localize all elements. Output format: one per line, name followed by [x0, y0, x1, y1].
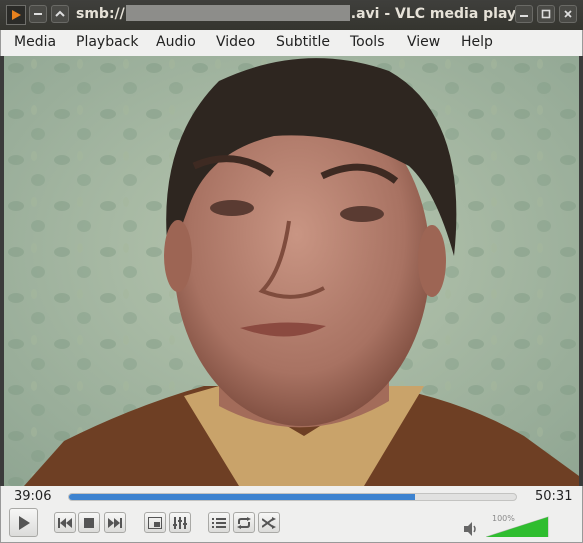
elapsed-time[interactable]: 39:06 — [14, 489, 51, 504]
menu-view[interactable]: View — [407, 34, 440, 50]
next-button[interactable] — [104, 512, 126, 533]
minimize-button[interactable] — [515, 5, 533, 23]
menu-help[interactable]: Help — [461, 34, 493, 50]
chevron-up-icon — [55, 10, 65, 17]
maximize-icon — [541, 9, 551, 19]
speaker-icon[interactable] — [463, 521, 479, 537]
seek-slider[interactable] — [68, 493, 517, 501]
title-suffix: .avi - VLC media player — [350, 6, 533, 22]
volume-slider[interactable] — [486, 515, 562, 537]
stop-button[interactable] — [78, 512, 100, 533]
fullscreen-button[interactable] — [144, 512, 166, 533]
previous-button[interactable] — [54, 512, 76, 533]
playlist-button[interactable] — [208, 512, 230, 533]
seek-progress — [69, 494, 415, 500]
fullscreen-icon — [148, 516, 162, 529]
close-button[interactable] — [559, 5, 577, 23]
menu-playback[interactable]: Playback — [76, 34, 138, 50]
maximize-button[interactable] — [537, 5, 555, 23]
menu-audio[interactable]: Audio — [156, 34, 196, 50]
loop-button[interactable] — [233, 512, 255, 533]
menu-media[interactable]: Media — [14, 34, 56, 50]
minus-icon — [34, 13, 42, 15]
shuffle-icon — [262, 516, 276, 529]
stop-icon — [84, 517, 94, 528]
play-button[interactable] — [9, 508, 38, 537]
close-icon — [564, 10, 572, 18]
vlc-icon — [12, 10, 21, 20]
title-bar: smb:// .avi - VLC media player — [0, 0, 583, 30]
title-prefix: smb:// — [76, 6, 125, 22]
shade-button[interactable] — [29, 5, 47, 23]
menu-tools[interactable]: Tools — [350, 34, 385, 50]
loop-icon — [237, 516, 251, 529]
video-frame — [4, 56, 579, 486]
minimize-icon — [520, 15, 528, 17]
extended-settings-button[interactable] — [169, 512, 191, 533]
vlc-app-icon[interactable] — [6, 5, 26, 25]
next-icon — [108, 517, 122, 528]
previous-icon — [58, 517, 72, 528]
keep-above-button[interactable] — [51, 5, 69, 23]
playlist-icon — [212, 517, 226, 528]
random-button[interactable] — [258, 512, 280, 533]
total-time[interactable]: 50:31 — [535, 489, 572, 504]
menu-bar: Media Playback Audio Video Subtitle Tool… — [0, 30, 583, 56]
video-area[interactable] — [4, 56, 579, 486]
equalizer-icon — [173, 516, 187, 529]
menu-video[interactable]: Video — [216, 34, 255, 50]
menu-subtitle[interactable]: Subtitle — [276, 34, 330, 50]
redacted-path — [125, 5, 350, 21]
play-icon — [18, 515, 30, 530]
window-title: smb:// .avi - VLC media player — [76, 5, 533, 22]
